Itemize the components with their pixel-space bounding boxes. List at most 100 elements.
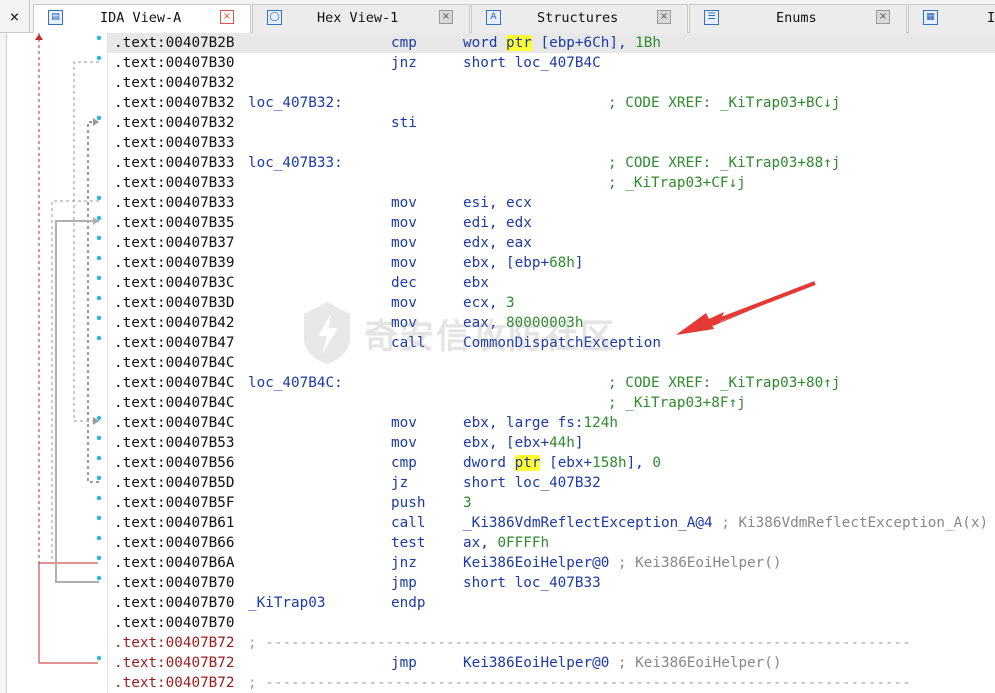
tab-close-icon[interactable]: × bbox=[876, 10, 890, 24]
instruction-operands[interactable]: ebx bbox=[463, 273, 489, 293]
instruction-mnemonic[interactable]: call bbox=[391, 333, 425, 353]
operand-token[interactable]: edx, eax bbox=[463, 235, 532, 251]
operand-token[interactable]: dword bbox=[463, 455, 515, 471]
operand-token[interactable]: [ebp+6Ch], bbox=[532, 35, 635, 51]
tab-structures[interactable]: A Structures × bbox=[471, 4, 688, 33]
instruction-operands[interactable]: ebx, [ebp+68h] bbox=[463, 253, 584, 273]
instruction-operands[interactable]: short loc_407B33 bbox=[463, 573, 601, 593]
instruction-mnemonic[interactable]: jmp bbox=[391, 653, 417, 673]
code-line[interactable]: .text:00407B70 jmp short loc_407B33 bbox=[108, 573, 995, 593]
instruction-operands[interactable]: word ptr [ebp+6Ch], 1Bh bbox=[463, 33, 661, 53]
instruction-mnemonic[interactable]: mov bbox=[391, 253, 417, 273]
code-line[interactable]: .text:00407B30 jnz short loc_407B4C bbox=[108, 53, 995, 73]
code-line[interactable]: .text:00407B35 mov edi, edx bbox=[108, 213, 995, 233]
code-line[interactable]: .text:00407B4C ; _KiTrap03+8F↑j bbox=[108, 393, 995, 413]
tab-imports[interactable]: ▦ I bbox=[908, 4, 995, 33]
operand-token[interactable]: short loc_407B4C bbox=[463, 55, 601, 71]
arrow-gutter[interactable] bbox=[0, 33, 108, 693]
operand-token[interactable]: 80000003h bbox=[506, 315, 583, 331]
code-line[interactable]: .text:00407B42 mov eax, 80000003h bbox=[108, 313, 995, 333]
instruction-mnemonic[interactable]: call bbox=[391, 513, 425, 533]
code-line[interactable]: .text:00407B4C bbox=[108, 353, 995, 373]
code-line[interactable]: .text:00407B70 _KiTrap03 endp bbox=[108, 593, 995, 613]
disassembly-listing[interactable]: .text:00407B2B cmp word ptr [ebp+6Ch], 1Bh… bbox=[108, 33, 995, 693]
instruction-operands[interactable]: Kei386EoiHelper@0 ; Kei386EoiHelper() bbox=[463, 653, 781, 673]
xref-comment[interactable]: ; CODE XREF: _KiTrap03+80↑j bbox=[608, 373, 840, 393]
instruction-operands[interactable]: short loc_407B4C bbox=[463, 53, 601, 73]
instruction-mnemonic[interactable]: test bbox=[391, 533, 425, 553]
instruction-mnemonic[interactable]: mov bbox=[391, 193, 417, 213]
code-line[interactable]: .text:00407B72 ; ------------------------… bbox=[108, 673, 995, 693]
operand-token[interactable]: ax, bbox=[463, 535, 497, 551]
operand-token[interactable]: 1Bh bbox=[635, 35, 661, 51]
instruction-operands[interactable]: Kei386EoiHelper@0 ; Kei386EoiHelper() bbox=[463, 553, 781, 573]
tab-hex-view-1[interactable]: ◯ Hex View-1 × bbox=[252, 4, 470, 33]
code-line[interactable]: .text:00407B32 loc_407B32: ; CODE XREF: _K… bbox=[108, 93, 995, 113]
instruction-mnemonic[interactable]: mov bbox=[391, 233, 417, 253]
instruction-mnemonic[interactable]: mov bbox=[391, 413, 417, 433]
instruction-operands[interactable]: ax, 0FFFFh bbox=[463, 533, 549, 553]
operand-token[interactable]: ebx bbox=[463, 275, 489, 291]
tab-enums[interactable]: ☰ Enums × bbox=[689, 4, 907, 33]
code-label[interactable]: loc_407B33: bbox=[248, 153, 343, 173]
operand-token[interactable]: ebx, large fs: bbox=[463, 415, 584, 431]
operand-token[interactable]: [ebx+ bbox=[540, 455, 592, 471]
operand-token[interactable]: eax, bbox=[463, 315, 506, 331]
code-line[interactable]: .text:00407B70 bbox=[108, 613, 995, 633]
operand-token[interactable]: edi, edx bbox=[463, 215, 532, 231]
operand-token[interactable]: ptr bbox=[506, 35, 532, 51]
instruction-operands[interactable]: esi, ecx bbox=[463, 193, 532, 213]
instruction-mnemonic[interactable]: jz bbox=[391, 473, 408, 493]
instruction-mnemonic[interactable]: endp bbox=[391, 593, 425, 613]
operand-token[interactable]: short loc_407B33 bbox=[463, 575, 601, 591]
code-line[interactable]: .text:00407B61 call _Ki386VdmReflectExcept… bbox=[108, 513, 995, 533]
code-line[interactable]: .text:00407B4C mov ebx, large fs:124h bbox=[108, 413, 995, 433]
code-label[interactable]: _KiTrap03 bbox=[248, 593, 325, 613]
instruction-mnemonic[interactable]: jnz bbox=[391, 553, 417, 573]
operand-token[interactable]: 3 bbox=[463, 495, 472, 511]
tab-ida-view-a[interactable]: ▤ IDA View-A × bbox=[33, 4, 251, 34]
instruction-mnemonic[interactable]: cmp bbox=[391, 453, 417, 473]
code-line[interactable]: .text:00407B53 mov ebx, [ebx+44h] bbox=[108, 433, 995, 453]
instruction-operands[interactable]: _Ki386VdmReflectException_A@4 ; Ki386Vdm… bbox=[463, 513, 988, 533]
operand-token[interactable]: 158h bbox=[592, 455, 626, 471]
operand-token[interactable]: 3 bbox=[506, 295, 515, 311]
code-line[interactable]: .text:00407B2B cmp word ptr [ebp+6Ch], 1Bh bbox=[108, 33, 995, 53]
operand-token[interactable]: ] bbox=[575, 255, 584, 271]
operand-token[interactable]: 44h bbox=[549, 435, 575, 451]
code-line[interactable]: .text:00407B3D mov ecx, 3 bbox=[108, 293, 995, 313]
operand-token[interactable]: ebx, [ebp+ bbox=[463, 255, 549, 271]
operand-token[interactable]: ecx, bbox=[463, 295, 506, 311]
instruction-operands[interactable]: edi, edx bbox=[463, 213, 532, 233]
code-line[interactable]: .text:00407B33 loc_407B33: ; CODE XREF: _K… bbox=[108, 153, 995, 173]
operand-token[interactable]: 68h bbox=[549, 255, 575, 271]
code-line[interactable]: .text:00407B6A jnz Kei386EoiHelper@0 ; Kei… bbox=[108, 553, 995, 573]
instruction-mnemonic[interactable]: sti bbox=[391, 113, 417, 133]
operand-token[interactable]: ebx, [ebx+ bbox=[463, 435, 549, 451]
code-line[interactable]: .text:00407B33 mov esi, ecx bbox=[108, 193, 995, 213]
instruction-mnemonic[interactable]: jmp bbox=[391, 573, 417, 593]
code-line[interactable]: .text:00407B56 cmp dword ptr [ebx+158h], 0 bbox=[108, 453, 995, 473]
tab-close-icon[interactable]: × bbox=[220, 10, 234, 24]
xref-comment[interactable]: ; _KiTrap03+CF↓j bbox=[608, 173, 746, 193]
operand-token[interactable]: ptr bbox=[514, 455, 541, 471]
instruction-mnemonic[interactable]: mov bbox=[391, 313, 417, 333]
operand-token[interactable]: Kei386EoiHelper@0 bbox=[463, 555, 609, 571]
operand-token[interactable]: word bbox=[463, 35, 506, 51]
instruction-operands[interactable]: dword ptr [ebx+158h], 0 bbox=[463, 453, 661, 473]
instruction-operands[interactable]: eax, 80000003h bbox=[463, 313, 584, 333]
operand-token[interactable]: ], bbox=[627, 455, 653, 471]
operand-token[interactable]: Kei386EoiHelper@0 bbox=[463, 655, 609, 671]
operand-token[interactable]: _Ki386VdmReflectException_A@4 bbox=[463, 515, 713, 531]
code-line[interactable]: .text:00407B4C loc_407B4C: ; CODE XREF: _K… bbox=[108, 373, 995, 393]
code-line[interactable]: .text:00407B33 bbox=[108, 133, 995, 153]
instruction-mnemonic[interactable]: mov bbox=[391, 293, 417, 313]
operand-token[interactable]: 0FFFFh bbox=[497, 535, 549, 551]
code-line[interactable]: .text:00407B3C dec ebx bbox=[108, 273, 995, 293]
code-line[interactable]: .text:00407B32 sti bbox=[108, 113, 995, 133]
instruction-mnemonic[interactable]: dec bbox=[391, 273, 417, 293]
instruction-operands[interactable]: short loc_407B32 bbox=[463, 473, 601, 493]
code-line[interactable]: .text:00407B47 call CommonDispatchExceptio… bbox=[108, 333, 995, 353]
instruction-operands[interactable]: ebx, [ebx+44h] bbox=[463, 433, 584, 453]
code-line[interactable]: .text:00407B72 ; ------------------------… bbox=[108, 633, 995, 653]
